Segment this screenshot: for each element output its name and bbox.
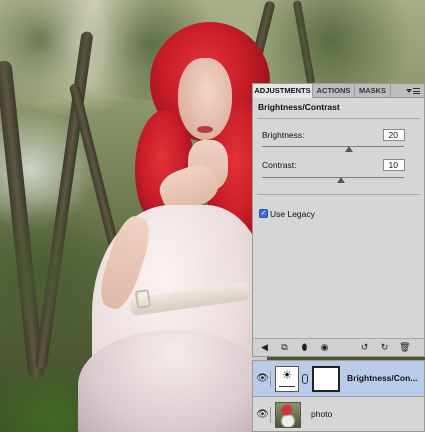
contrast-input[interactable]: 10 [383, 159, 405, 171]
panel-menu-icon[interactable] [405, 85, 421, 97]
tab-actions[interactable]: ACTIONS [313, 84, 355, 98]
expanded-view-icon[interactable]: ⬮ [299, 342, 310, 353]
adjustment-layer-thumbnail: ☀ [275, 366, 299, 392]
layer-name[interactable]: Brightness/Con... [347, 373, 417, 383]
brightness-label: Brightness: [262, 130, 305, 140]
clip-to-layer-icon[interactable]: ⧉ [279, 342, 290, 353]
eye-icon[interactable]: 👁 [255, 407, 271, 423]
adjustments-toolbar: ◀ ⧉ ⬮ ◉ ↺ ↻ 🗑 [253, 338, 424, 356]
layer-mask-thumbnail[interactable] [312, 366, 340, 392]
link-icon[interactable] [302, 374, 308, 384]
layer-row-photo[interactable]: 👁 photo [253, 397, 424, 432]
reset-icon[interactable]: ↻ [379, 342, 390, 353]
tab-adjustments[interactable]: ADJUSTMENTS [253, 84, 313, 98]
eye-icon[interactable]: 👁 [255, 371, 271, 387]
brightness-input[interactable]: 20 [383, 129, 405, 141]
layer-name[interactable]: photo [311, 409, 332, 419]
back-arrow-icon[interactable]: ◀ [259, 342, 270, 353]
use-legacy-checkbox[interactable]: ✓ [259, 209, 268, 218]
contrast-label: Contrast: [262, 160, 297, 170]
layers-panel: 👁 ☀ Brightness/Con... 👁 photo [252, 360, 425, 432]
delete-icon[interactable]: 🗑 [399, 342, 410, 353]
view-previous-icon[interactable]: ↺ [359, 342, 370, 353]
divider [257, 194, 420, 195]
contrast-slider-thumb[interactable] [337, 177, 345, 183]
tab-masks[interactable]: MASKS [355, 84, 391, 98]
brightness-slider-track[interactable] [262, 146, 404, 147]
brightness-slider-thumb[interactable] [345, 146, 353, 152]
visibility-toggle-icon[interactable]: ◉ [319, 342, 330, 353]
photo-layer-thumbnail [275, 402, 301, 428]
adjustment-title: Brightness/Contrast [258, 102, 340, 112]
adjustments-panel: ADJUSTMENTS ACTIONS MASKS Brightness/Con… [252, 83, 425, 357]
contrast-slider-track[interactable] [262, 177, 404, 178]
panel-tab-bar: ADJUSTMENTS ACTIONS MASKS [253, 84, 424, 98]
use-legacy-label: Use Legacy [270, 209, 315, 219]
layer-row-brightness-contrast[interactable]: 👁 ☀ Brightness/Con... [253, 361, 424, 397]
divider [257, 118, 420, 119]
